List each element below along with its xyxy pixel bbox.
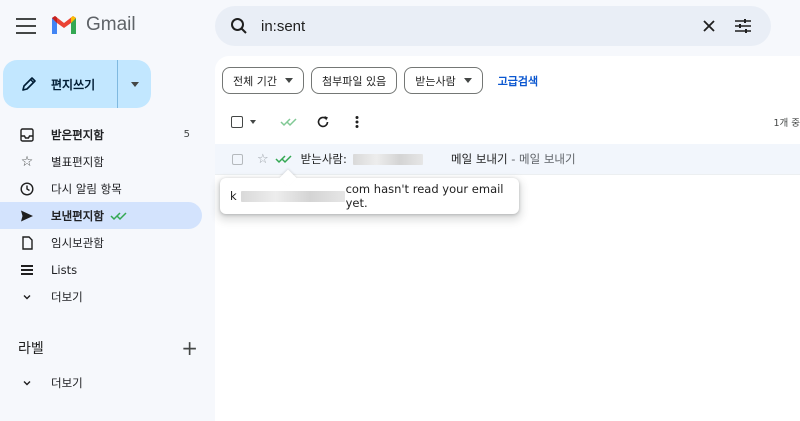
clear-search-icon[interactable] bbox=[693, 10, 725, 42]
recipient-label: 받는사람: bbox=[300, 152, 347, 166]
email-subject: 메일 보내기 bbox=[451, 152, 508, 166]
unread-count: 5 bbox=[183, 129, 190, 140]
chip-label: 받는사람 bbox=[415, 74, 456, 88]
labels-more-label: 더보기 bbox=[51, 375, 83, 390]
pagination-count: 1개 중 bbox=[773, 118, 800, 129]
clock-icon bbox=[19, 181, 35, 197]
sidebar-item-starred[interactable]: ☆ 별표편지함 bbox=[0, 148, 202, 175]
compose-label: 편지쓰기 bbox=[51, 77, 96, 92]
star-icon[interactable]: ☆ bbox=[257, 152, 269, 167]
tracker-double-check-icon[interactable] bbox=[275, 154, 293, 164]
main-panel: 전체 기간 첨부파일 있음 받는사람 고급검색 1개 중 ☆ 받는사람: 메일 … bbox=[215, 56, 800, 421]
email-subject-snippet: 메일 보내기 - 메일 보내기 bbox=[451, 151, 576, 167]
gmail-logo[interactable]: Gmail bbox=[50, 14, 136, 36]
sidebar-item-label: 더보기 bbox=[51, 289, 83, 304]
labels-list: 더보기 bbox=[0, 369, 202, 396]
redacted-email bbox=[240, 190, 345, 202]
inbox-icon bbox=[19, 127, 35, 143]
sidebar: Gmail 편지쓰기 받은편지함 5 ☆ 별표편지함 다시 알림 항목 보낸편지… bbox=[0, 0, 215, 421]
list-toolbar: 1개 중 bbox=[215, 108, 800, 136]
main-menu-icon[interactable] bbox=[14, 16, 38, 36]
chip-label: 전체 기간 bbox=[233, 74, 277, 88]
list-icon bbox=[19, 262, 35, 278]
compose-main[interactable]: 편지쓰기 bbox=[3, 60, 117, 108]
sidebar-item-label: Lists bbox=[51, 262, 78, 277]
sidebar-item-label: 임시보관함 bbox=[51, 235, 104, 250]
sidebar-item-label: 별표편지함 bbox=[51, 154, 104, 169]
select-all-checkbox[interactable] bbox=[231, 116, 243, 128]
select-dropdown-icon[interactable] bbox=[250, 120, 256, 124]
labels-header: 라벨 + bbox=[18, 338, 198, 358]
sidebar-item-label: 받은편지함 bbox=[51, 127, 104, 142]
pencil-icon bbox=[22, 77, 36, 91]
tracker-double-check-icon[interactable] bbox=[274, 108, 304, 136]
email-snippet: - 메일 보내기 bbox=[507, 152, 576, 166]
chevron-down-icon bbox=[19, 289, 35, 305]
more-options-icon[interactable] bbox=[342, 108, 372, 136]
search-bar bbox=[215, 6, 771, 46]
sidebar-item-inbox[interactable]: 받은편지함 5 bbox=[0, 121, 202, 148]
filter-chip-date[interactable]: 전체 기간 bbox=[222, 67, 304, 94]
star-icon: ☆ bbox=[20, 153, 34, 170]
chevron-down-icon bbox=[463, 78, 472, 83]
chevron-down-icon bbox=[284, 78, 293, 83]
labels-more-item[interactable]: 더보기 bbox=[0, 369, 202, 396]
draft-icon bbox=[19, 235, 35, 251]
filter-chip-to[interactable]: 받는사람 bbox=[404, 67, 483, 94]
refresh-icon[interactable] bbox=[308, 108, 338, 136]
sidebar-item-snoozed[interactable]: 다시 알림 항목 bbox=[0, 175, 202, 202]
add-label-icon[interactable]: + bbox=[181, 338, 198, 358]
sidebar-item-label: 다시 알림 항목 bbox=[51, 181, 122, 196]
read-status-tooltip: k com hasn't read your email yet. bbox=[220, 178, 519, 214]
app-name: Gmail bbox=[86, 14, 136, 35]
chip-label: 첨부파일 있음 bbox=[321, 74, 387, 88]
sidebar-item-sent[interactable]: 보낸편지함 bbox=[0, 202, 202, 229]
nav-list: 받은편지함 5 ☆ 별표편지함 다시 알림 항목 보낸편지함 임시보관함 Lis… bbox=[0, 121, 202, 310]
sidebar-item-label: 보낸편지함 bbox=[51, 208, 104, 223]
tracker-double-check-icon bbox=[110, 211, 127, 220]
send-icon bbox=[19, 208, 35, 224]
search-input[interactable] bbox=[261, 17, 693, 35]
advanced-search-link[interactable]: 고급검색 bbox=[498, 73, 538, 89]
filter-chip-attachment[interactable]: 첨부파일 있음 bbox=[310, 67, 398, 94]
email-row[interactable]: ☆ 받는사람: 메일 보내기 - 메일 보내기 bbox=[215, 144, 800, 175]
sidebar-item-more[interactable]: 더보기 bbox=[0, 283, 202, 310]
compose-dropdown-button[interactable] bbox=[118, 60, 151, 108]
search-icon[interactable] bbox=[219, 6, 259, 46]
tooltip-text: com hasn't read your email yet. bbox=[345, 182, 504, 210]
sidebar-item-lists[interactable]: Lists bbox=[0, 256, 202, 283]
redacted-recipient bbox=[352, 153, 423, 165]
row-checkbox[interactable] bbox=[232, 153, 243, 165]
search-options-icon[interactable] bbox=[725, 10, 761, 42]
sidebar-item-drafts[interactable]: 임시보관함 bbox=[0, 229, 202, 256]
search-filter-chips: 전체 기간 첨부파일 있음 받는사람 고급검색 bbox=[222, 67, 538, 94]
tooltip-content: k com hasn't read your email yet. bbox=[230, 182, 519, 210]
tooltip-prefix: k bbox=[230, 189, 237, 203]
chevron-down-icon bbox=[19, 375, 35, 391]
gmail-m-icon bbox=[52, 16, 76, 34]
labels-title: 라벨 bbox=[18, 341, 44, 357]
chevron-down-icon bbox=[130, 81, 139, 87]
compose-button[interactable]: 편지쓰기 bbox=[3, 60, 151, 108]
